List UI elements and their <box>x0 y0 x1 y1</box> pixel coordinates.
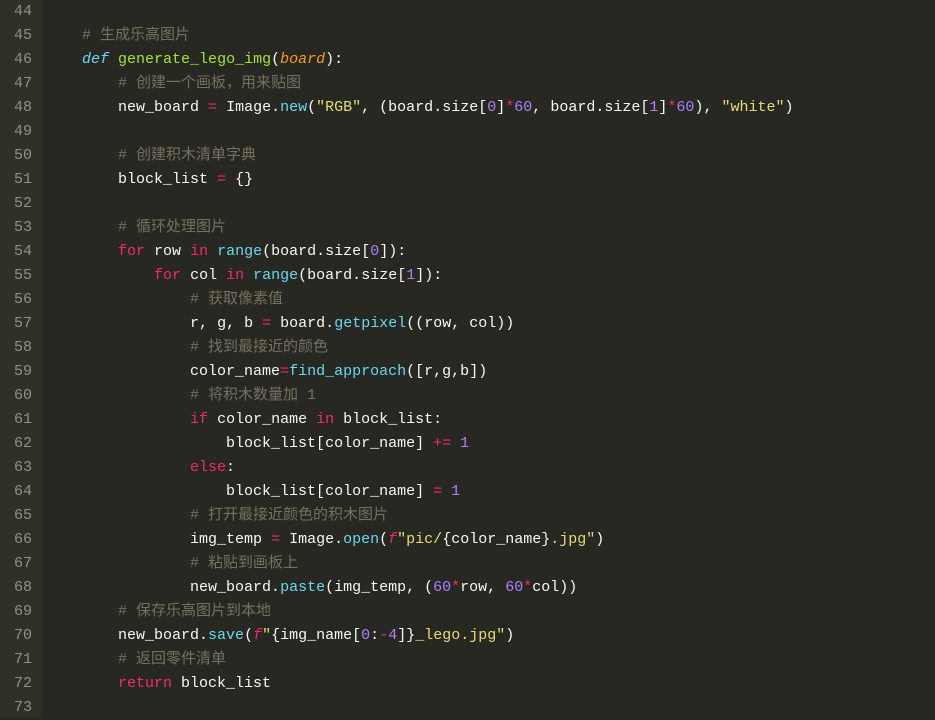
line-number: 68 <box>0 576 32 600</box>
line-number-gutter: 4445464748495051525354555657585960616263… <box>0 0 42 718</box>
line-number: 62 <box>0 432 32 456</box>
code-line[interactable]: new_board.paste(img_temp, (60*row, 60*co… <box>46 576 935 600</box>
code-line[interactable]: for col in range(board.size[1]): <box>46 264 935 288</box>
code-line[interactable]: block_list = {} <box>46 168 935 192</box>
code-line[interactable]: def generate_lego_img(board): <box>46 48 935 72</box>
line-number: 72 <box>0 672 32 696</box>
code-line[interactable]: # 返回零件清单 <box>46 648 935 672</box>
code-line[interactable]: new_board = Image.new("RGB", (board.size… <box>46 96 935 120</box>
line-number: 64 <box>0 480 32 504</box>
code-line[interactable]: # 保存乐高图片到本地 <box>46 600 935 624</box>
line-number: 44 <box>0 0 32 24</box>
line-number: 71 <box>0 648 32 672</box>
line-number: 66 <box>0 528 32 552</box>
line-number: 67 <box>0 552 32 576</box>
code-line[interactable]: img_temp = Image.open(f"pic/{color_name}… <box>46 528 935 552</box>
code-line[interactable]: for row in range(board.size[0]): <box>46 240 935 264</box>
line-number: 46 <box>0 48 32 72</box>
code-line[interactable]: # 创建一个画板，用来贴图 <box>46 72 935 96</box>
line-number: 55 <box>0 264 32 288</box>
line-number: 58 <box>0 336 32 360</box>
code-line[interactable]: if color_name in block_list: <box>46 408 935 432</box>
line-number: 50 <box>0 144 32 168</box>
line-number: 49 <box>0 120 32 144</box>
code-line[interactable]: # 打开最接近颜色的积木图片 <box>46 504 935 528</box>
code-line[interactable]: # 粘贴到画板上 <box>46 552 935 576</box>
code-line[interactable] <box>46 192 935 216</box>
code-line[interactable] <box>46 696 935 720</box>
code-line[interactable]: return block_list <box>46 672 935 696</box>
code-line[interactable]: else: <box>46 456 935 480</box>
code-line[interactable]: block_list[color_name] += 1 <box>46 432 935 456</box>
line-number: 73 <box>0 696 32 720</box>
code-line[interactable]: r, g, b = board.getpixel((row, col)) <box>46 312 935 336</box>
line-number: 52 <box>0 192 32 216</box>
line-number: 56 <box>0 288 32 312</box>
code-line[interactable] <box>46 120 935 144</box>
code-line[interactable]: # 获取像素值 <box>46 288 935 312</box>
code-line[interactable] <box>46 0 935 24</box>
line-number: 45 <box>0 24 32 48</box>
code-editor[interactable]: 4445464748495051525354555657585960616263… <box>0 0 935 718</box>
line-number: 65 <box>0 504 32 528</box>
line-number: 63 <box>0 456 32 480</box>
code-line[interactable]: # 将积木数量加 1 <box>46 384 935 408</box>
code-line[interactable]: block_list[color_name] = 1 <box>46 480 935 504</box>
code-line[interactable]: # 找到最接近的颜色 <box>46 336 935 360</box>
code-line[interactable]: # 创建积木清单字典 <box>46 144 935 168</box>
code-content[interactable]: # 生成乐高图片 def generate_lego_img(board): #… <box>42 0 935 718</box>
code-line[interactable]: new_board.save(f"{img_name[0:-4]}_lego.j… <box>46 624 935 648</box>
line-number: 48 <box>0 96 32 120</box>
line-number: 57 <box>0 312 32 336</box>
line-number: 54 <box>0 240 32 264</box>
code-line[interactable]: # 生成乐高图片 <box>46 24 935 48</box>
line-number: 69 <box>0 600 32 624</box>
code-line[interactable]: # 循环处理图片 <box>46 216 935 240</box>
line-number: 59 <box>0 360 32 384</box>
line-number: 60 <box>0 384 32 408</box>
line-number: 47 <box>0 72 32 96</box>
line-number: 70 <box>0 624 32 648</box>
code-line[interactable]: color_name=find_approach([r,g,b]) <box>46 360 935 384</box>
line-number: 61 <box>0 408 32 432</box>
line-number: 51 <box>0 168 32 192</box>
line-number: 53 <box>0 216 32 240</box>
